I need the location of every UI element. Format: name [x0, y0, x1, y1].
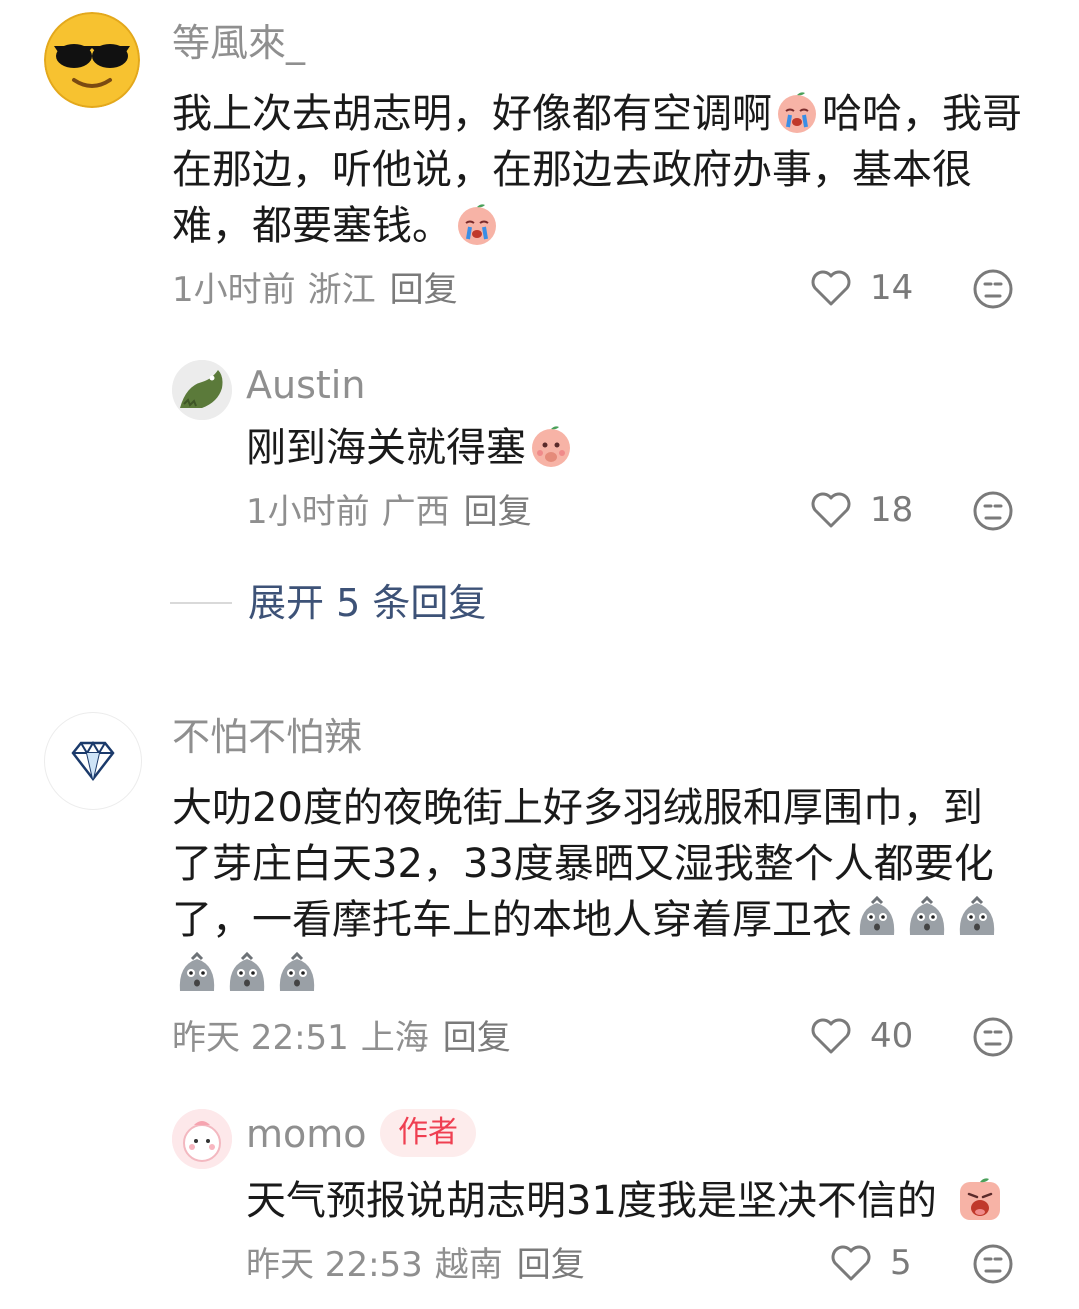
- reply-button[interactable]: 回复: [517, 1245, 585, 1285]
- timestamp: 昨天 22:53: [246, 1245, 423, 1285]
- reply-2: momo 作者 天气预报说胡志明31度我是坚决不信的 昨天 22:53 越南 回复 …: [0, 1095, 1079, 1309]
- comment-meta: 1小时前 浙江 回复: [172, 270, 458, 310]
- comment-text-part: 了，一看摩托车上的本地人穿着厚卫衣: [172, 897, 852, 943]
- dislike-button[interactable]: [972, 1016, 1014, 1062]
- expand-replies-label[interactable]: 展开 5 条回复: [248, 580, 486, 626]
- comment-text: 大叻20度的夜晚街上好多羽绒服和厚围巾，到 了芽庄白天32，33度暴晒又湿我整个…: [172, 780, 1052, 1004]
- comment-meta: 昨天 22:53 越南 回复: [246, 1245, 585, 1285]
- dislike-face-icon: [973, 1017, 1013, 1057]
- divider: [170, 602, 232, 604]
- shocked-emoji-icon: [904, 895, 950, 941]
- like-count: 40: [870, 1016, 914, 1056]
- author-badge: 作者: [380, 1109, 476, 1157]
- comment-text: 天气预报说胡志明31度我是坚决不信的: [246, 1173, 1005, 1229]
- screaming-emoji-icon: [957, 1176, 1003, 1222]
- reply-1: Austin 刚到海关就得塞 1小时前 广西 回复 18: [0, 340, 1079, 540]
- comment-text-part: 我上次去胡志明，好像都有空调啊: [172, 91, 772, 137]
- avatar[interactable]: [172, 1109, 232, 1169]
- avatar[interactable]: [172, 360, 232, 420]
- dislike-button[interactable]: [972, 268, 1014, 314]
- comment-1: 等風來_ 我上次去胡志明，好像都有空调啊 哈哈，我哥在那边，听他说，在那边去政府办…: [0, 0, 1079, 320]
- shy-emoji-icon: [528, 423, 574, 469]
- like-count: 5: [890, 1243, 912, 1283]
- dislike-button[interactable]: [972, 490, 1014, 536]
- timestamp: 1小时前: [246, 492, 370, 532]
- heart-outline-icon: [811, 270, 851, 306]
- like-button[interactable]: 5: [830, 1243, 912, 1283]
- diamond-icon: [71, 741, 115, 782]
- shocked-emoji-icon: [854, 895, 900, 941]
- dislike-button[interactable]: [972, 1243, 1014, 1289]
- comment-meta: 1小时前 广西 回复: [246, 492, 532, 532]
- username[interactable]: 不怕不怕辣: [172, 714, 362, 760]
- like-button[interactable]: 18: [810, 490, 913, 530]
- heart-outline-icon: [811, 1018, 851, 1054]
- shocked-emoji-icon: [174, 951, 220, 997]
- comment-2: 不怕不怕辣 大叻20度的夜晚街上好多羽绒服和厚围巾，到 了芽庄白天32，33度暴…: [0, 700, 1079, 1080]
- username[interactable]: Austin: [246, 362, 365, 408]
- location: 广西: [381, 492, 450, 532]
- comment-text-part: 天气预报说胡志明31度我是坚决不信的: [246, 1178, 937, 1224]
- reply-button[interactable]: 回复: [443, 1018, 511, 1058]
- pink-character-avatar-icon: [172, 1109, 232, 1169]
- shocked-emoji-icon: [224, 951, 270, 997]
- username[interactable]: momo: [246, 1111, 367, 1157]
- comment-meta: 昨天 22:51 上海 回复: [172, 1018, 511, 1058]
- like-count: 14: [870, 268, 914, 308]
- username[interactable]: 等風來_: [172, 20, 305, 66]
- heart-outline-icon: [811, 492, 851, 528]
- location: 浙江: [307, 270, 376, 310]
- like-button[interactable]: 14: [810, 268, 913, 308]
- avatar[interactable]: [44, 12, 140, 108]
- comment-text: 我上次去胡志明，好像都有空调啊 哈哈，我哥在那边，听他说，在那边去政府办事，基本很…: [172, 86, 1032, 254]
- comment-text-line-with-emoji: 了，一看摩托车上的本地人穿着厚卫衣: [172, 892, 1052, 948]
- timestamp: 1小时前: [172, 270, 296, 310]
- comment-text-line: 大叻20度的夜晚街上好多羽绒服和厚围巾，到: [172, 785, 983, 831]
- crying-emoji-icon: [774, 89, 820, 135]
- dislike-face-icon: [973, 491, 1013, 531]
- cool-sunglasses-face-icon: [44, 12, 140, 108]
- shocked-emoji-icon: [954, 895, 1000, 941]
- location: 越南: [434, 1245, 503, 1285]
- comment-text-line: 了芽庄白天32，33度暴晒又湿我整个人都要化: [172, 841, 994, 887]
- dislike-face-icon: [973, 269, 1013, 309]
- shocked-emoji-icon: [274, 951, 320, 997]
- reply-button[interactable]: 回复: [390, 270, 458, 310]
- location: 上海: [360, 1018, 429, 1058]
- emoji-line: [172, 948, 1052, 1004]
- crocodile-avatar-icon: [172, 360, 232, 420]
- timestamp: 昨天 22:51: [172, 1018, 349, 1058]
- reply-button[interactable]: 回复: [464, 492, 532, 532]
- dislike-face-icon: [973, 1244, 1013, 1284]
- avatar[interactable]: [44, 712, 142, 810]
- comment-text-part: 刚到海关就得塞: [246, 425, 526, 471]
- like-count: 18: [870, 490, 914, 530]
- like-button[interactable]: 40: [810, 1016, 913, 1056]
- heart-outline-icon: [831, 1245, 871, 1281]
- expand-replies-button[interactable]: 展开 5 条回复: [170, 580, 486, 626]
- crying-emoji-icon: [454, 201, 500, 247]
- comment-text: 刚到海关就得塞: [246, 420, 576, 476]
